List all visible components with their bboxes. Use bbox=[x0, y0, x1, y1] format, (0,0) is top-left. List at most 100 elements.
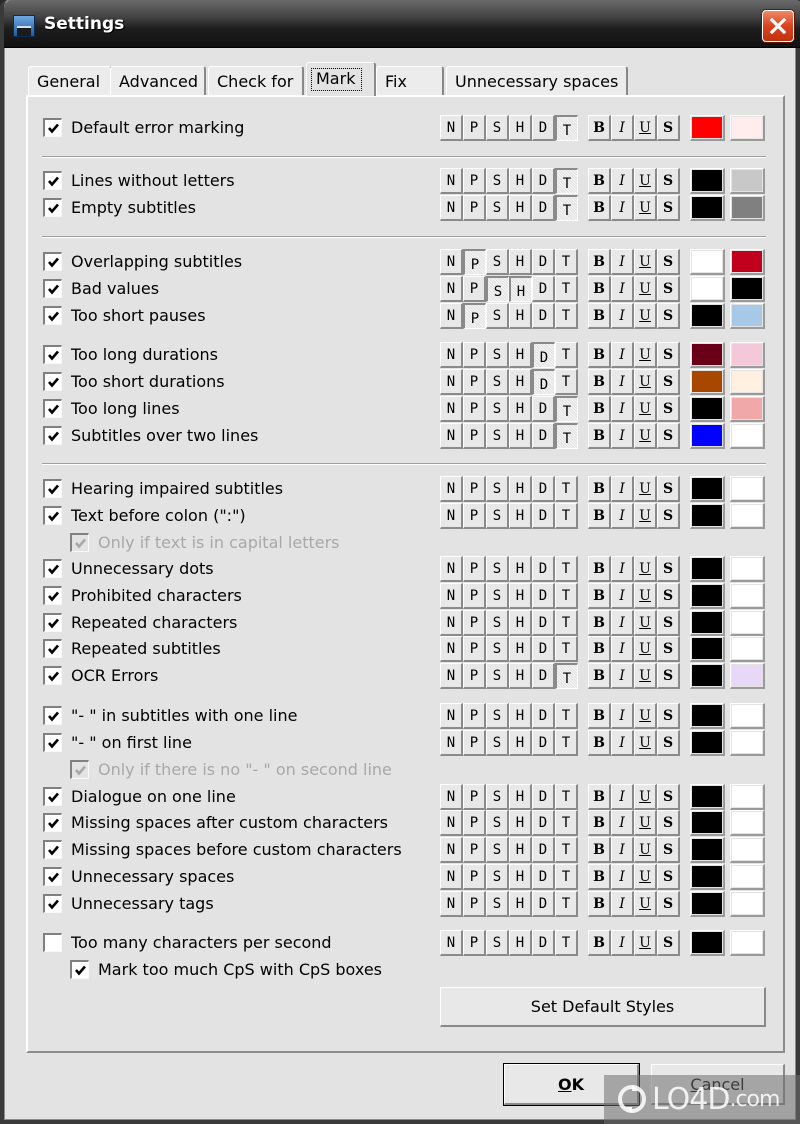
foreground-color-swatch[interactable] bbox=[690, 195, 725, 221]
style-toggle-s[interactable]: S bbox=[486, 115, 509, 141]
foreground-color-swatch[interactable] bbox=[690, 784, 725, 810]
strikeout-toggle[interactable]: S bbox=[657, 195, 680, 221]
checkbox[interactable] bbox=[43, 787, 62, 806]
style-toggle-s[interactable]: S bbox=[486, 195, 509, 221]
style-toggle-p[interactable]: P bbox=[463, 636, 486, 662]
style-toggle-n[interactable]: N bbox=[440, 810, 463, 836]
background-color-swatch[interactable] bbox=[730, 503, 765, 529]
underline-toggle[interactable]: U bbox=[634, 663, 657, 689]
bold-toggle[interactable]: B bbox=[588, 784, 611, 810]
style-toggle-d[interactable]: D bbox=[532, 583, 555, 609]
italic-toggle[interactable]: I bbox=[611, 476, 634, 502]
style-toggle-t[interactable]: T bbox=[555, 891, 578, 917]
checkbox[interactable] bbox=[43, 345, 62, 364]
style-toggle-s[interactable]: S bbox=[486, 556, 509, 582]
foreground-color-swatch[interactable] bbox=[690, 503, 725, 529]
style-toggle-h[interactable]: H bbox=[509, 784, 532, 810]
style-toggle-s[interactable]: S bbox=[486, 784, 509, 810]
style-toggle-p[interactable]: P bbox=[463, 249, 486, 275]
style-toggle-p[interactable]: P bbox=[463, 342, 486, 368]
style-toggle-h[interactable]: H bbox=[509, 503, 532, 529]
style-toggle-n[interactable]: N bbox=[440, 703, 463, 729]
bold-toggle[interactable]: B bbox=[588, 342, 611, 368]
tab-general[interactable]: General bbox=[28, 66, 112, 96]
foreground-color-swatch[interactable] bbox=[690, 423, 725, 449]
style-toggle-t[interactable]: T bbox=[555, 276, 578, 302]
style-toggle-t[interactable]: T bbox=[555, 610, 578, 636]
tab-mark[interactable]: Mark bbox=[306, 62, 376, 96]
style-toggle-d[interactable]: D bbox=[532, 636, 555, 662]
style-toggle-h[interactable]: H bbox=[509, 583, 532, 609]
style-toggle-d[interactable]: D bbox=[532, 369, 555, 395]
strikeout-toggle[interactable]: S bbox=[657, 556, 680, 582]
style-toggle-h[interactable]: H bbox=[509, 663, 532, 689]
style-toggle-n[interactable]: N bbox=[440, 730, 463, 756]
style-toggle-p[interactable]: P bbox=[463, 784, 486, 810]
style-toggle-p[interactable]: P bbox=[463, 423, 486, 449]
underline-toggle[interactable]: U bbox=[634, 837, 657, 863]
style-toggle-h[interactable]: H bbox=[509, 556, 532, 582]
checkbox[interactable] bbox=[43, 118, 62, 137]
background-color-swatch[interactable] bbox=[730, 837, 765, 863]
set-default-styles-button[interactable]: Set Default Styles bbox=[440, 987, 766, 1027]
style-toggle-h[interactable]: H bbox=[509, 837, 532, 863]
foreground-color-swatch[interactable] bbox=[690, 276, 725, 302]
style-toggle-s[interactable]: S bbox=[486, 476, 509, 502]
strikeout-toggle[interactable]: S bbox=[657, 784, 680, 810]
style-toggle-d[interactable]: D bbox=[532, 556, 555, 582]
bold-toggle[interactable]: B bbox=[588, 195, 611, 221]
strikeout-toggle[interactable]: S bbox=[657, 396, 680, 422]
style-toggle-h[interactable]: H bbox=[509, 115, 532, 141]
style-toggle-s[interactable]: S bbox=[486, 168, 509, 194]
bold-toggle[interactable]: B bbox=[588, 369, 611, 395]
style-toggle-d[interactable]: D bbox=[532, 249, 555, 275]
style-toggle-s[interactable]: S bbox=[486, 730, 509, 756]
style-toggle-d[interactable]: D bbox=[532, 610, 555, 636]
title-bar[interactable]: Settings bbox=[4, 0, 800, 48]
tab-check-for[interactable]: Check for bbox=[208, 66, 304, 96]
style-toggle-h[interactable]: H bbox=[509, 810, 532, 836]
style-toggle-p[interactable]: P bbox=[463, 396, 486, 422]
checkbox[interactable] bbox=[43, 198, 62, 217]
bold-toggle[interactable]: B bbox=[588, 891, 611, 917]
background-color-swatch[interactable] bbox=[730, 610, 765, 636]
foreground-color-swatch[interactable] bbox=[690, 837, 725, 863]
strikeout-toggle[interactable]: S bbox=[657, 342, 680, 368]
style-toggle-p[interactable]: P bbox=[463, 276, 486, 302]
style-toggle-h[interactable]: H bbox=[509, 610, 532, 636]
style-toggle-h[interactable]: H bbox=[509, 342, 532, 368]
style-toggle-s[interactable]: S bbox=[486, 610, 509, 636]
style-toggle-n[interactable]: N bbox=[440, 168, 463, 194]
background-color-swatch[interactable] bbox=[730, 930, 765, 956]
style-toggle-n[interactable]: N bbox=[440, 636, 463, 662]
underline-toggle[interactable]: U bbox=[634, 730, 657, 756]
style-toggle-n[interactable]: N bbox=[440, 423, 463, 449]
style-toggle-p[interactable]: P bbox=[463, 730, 486, 756]
tab-unnecessary-spaces[interactable]: Unnecessary spaces bbox=[446, 66, 628, 96]
italic-toggle[interactable]: I bbox=[611, 663, 634, 689]
bold-toggle[interactable]: B bbox=[588, 703, 611, 729]
checkbox[interactable] bbox=[43, 733, 62, 752]
style-toggle-t[interactable]: T bbox=[555, 249, 578, 275]
underline-toggle[interactable]: U bbox=[634, 195, 657, 221]
bold-toggle[interactable]: B bbox=[588, 276, 611, 302]
style-toggle-n[interactable]: N bbox=[440, 396, 463, 422]
checkbox[interactable] bbox=[70, 960, 89, 979]
checkbox[interactable] bbox=[43, 933, 62, 952]
style-toggle-p[interactable]: P bbox=[463, 303, 486, 329]
foreground-color-swatch[interactable] bbox=[690, 396, 725, 422]
checkbox[interactable] bbox=[43, 586, 62, 605]
italic-toggle[interactable]: I bbox=[611, 249, 634, 275]
bold-toggle[interactable]: B bbox=[588, 396, 611, 422]
strikeout-toggle[interactable]: S bbox=[657, 369, 680, 395]
background-color-swatch[interactable] bbox=[730, 784, 765, 810]
style-toggle-n[interactable]: N bbox=[440, 249, 463, 275]
italic-toggle[interactable]: I bbox=[611, 396, 634, 422]
bold-toggle[interactable]: B bbox=[588, 423, 611, 449]
style-toggle-n[interactable]: N bbox=[440, 663, 463, 689]
style-toggle-t[interactable]: T bbox=[555, 476, 578, 502]
style-toggle-d[interactable]: D bbox=[532, 930, 555, 956]
style-toggle-t[interactable]: T bbox=[555, 369, 578, 395]
background-color-swatch[interactable] bbox=[730, 342, 765, 368]
style-toggle-s[interactable]: S bbox=[486, 342, 509, 368]
